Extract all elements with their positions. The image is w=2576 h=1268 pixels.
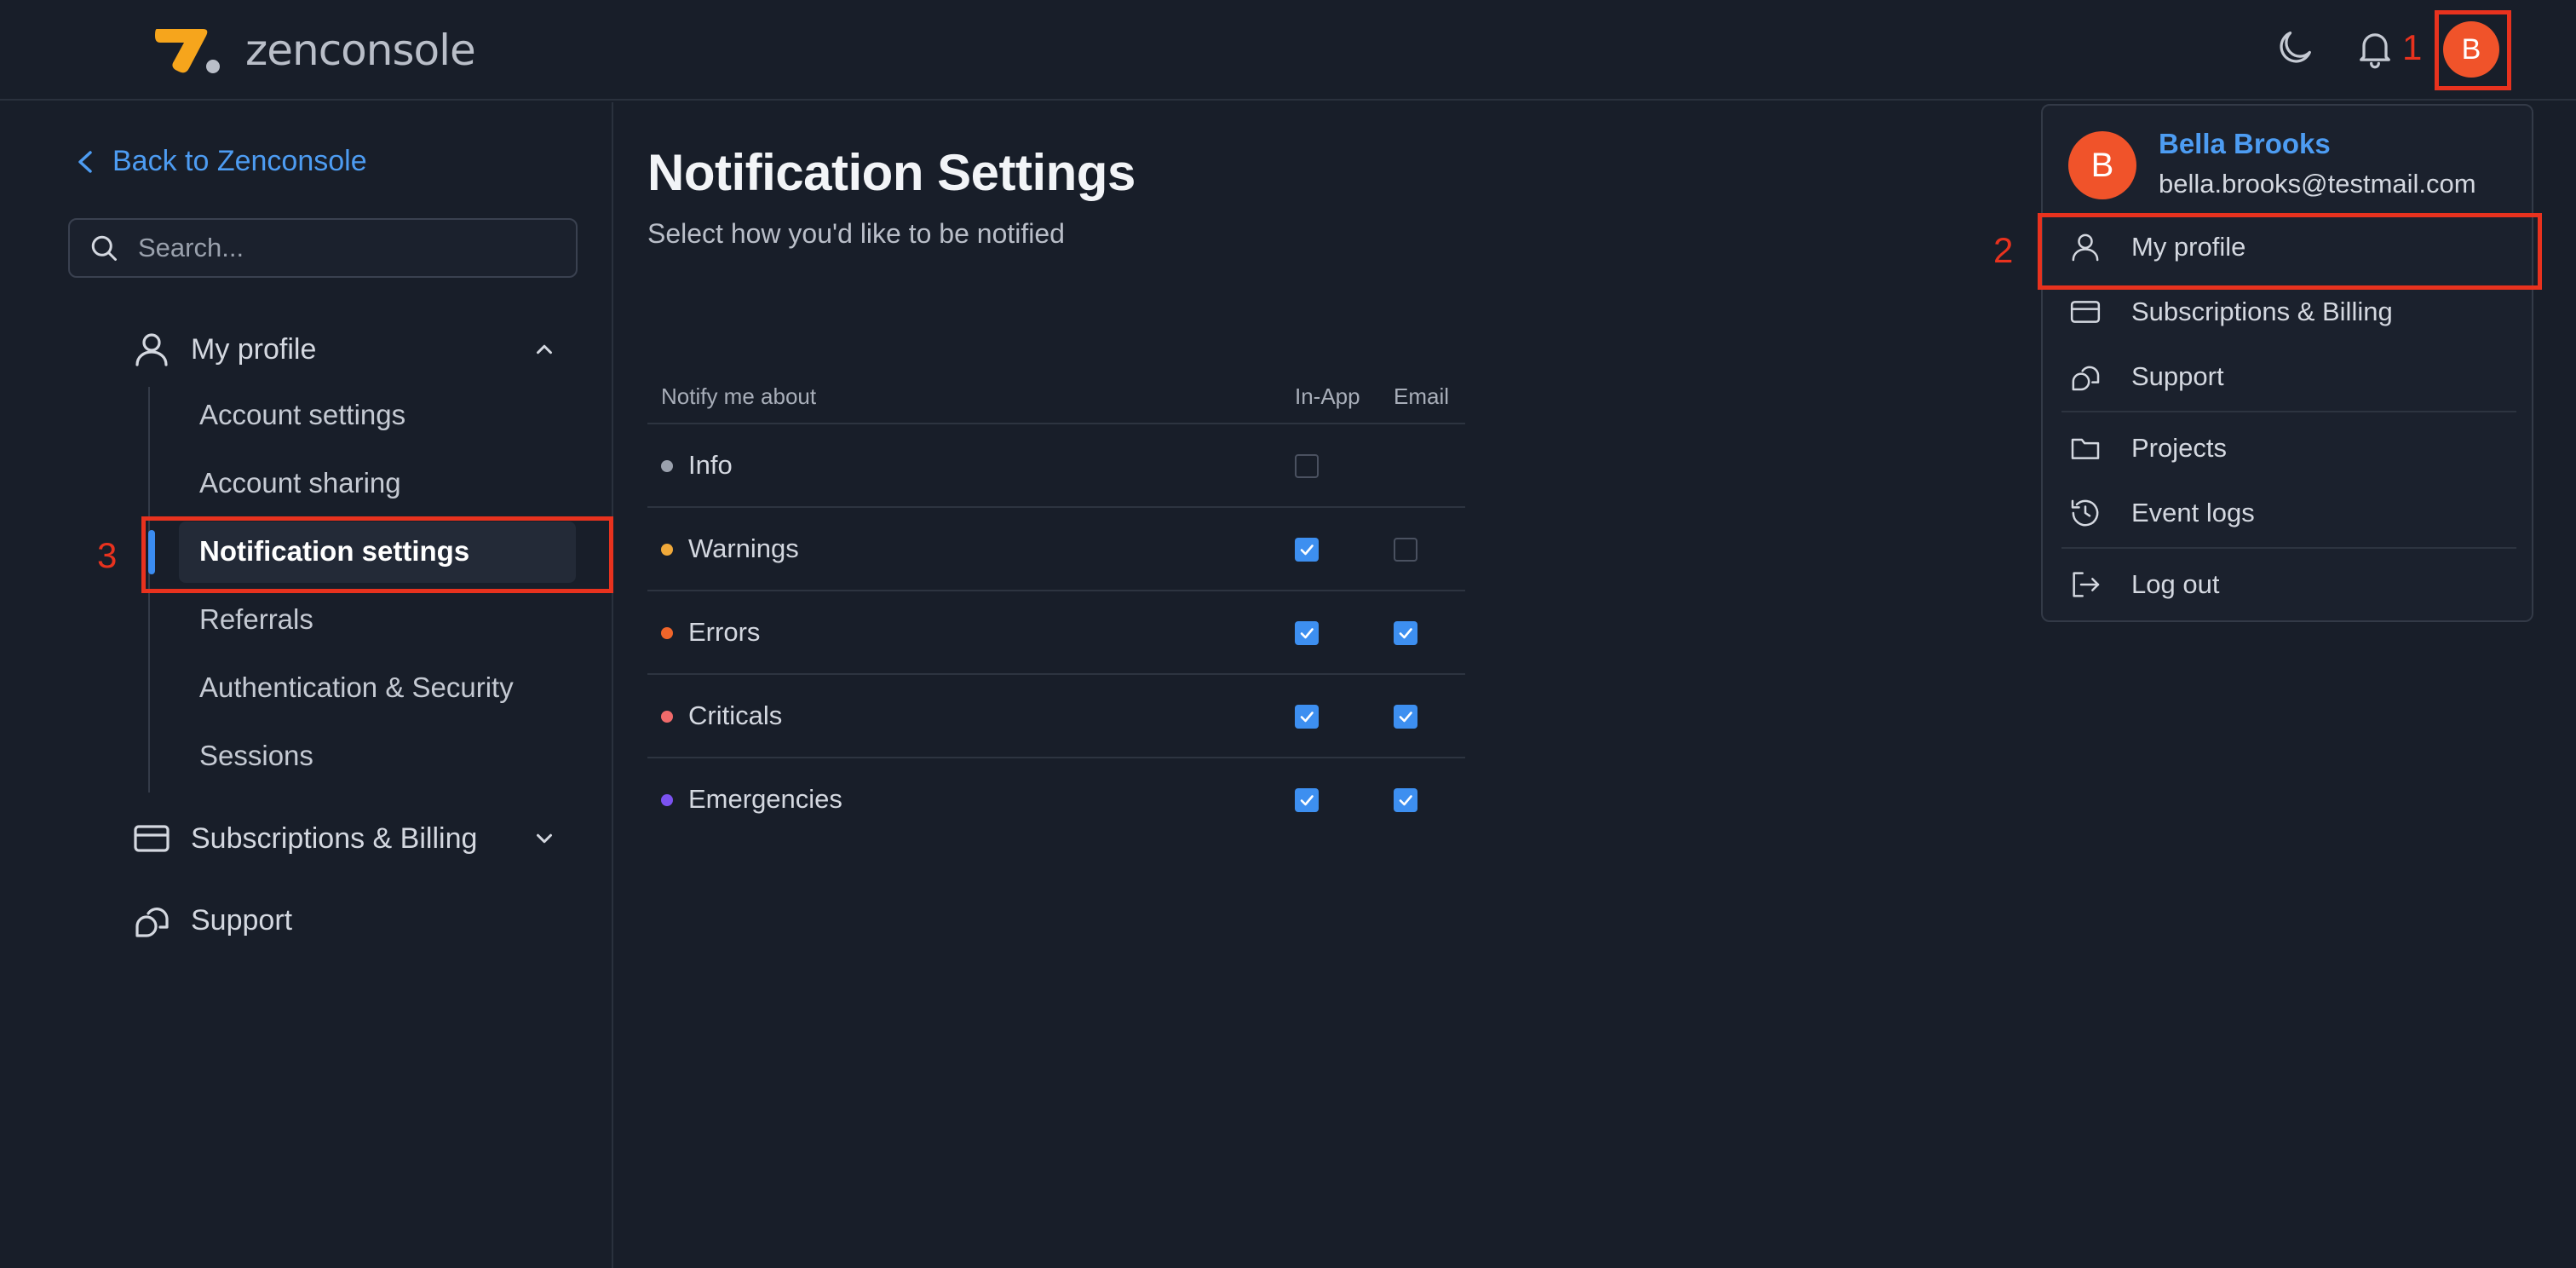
row-label: Info xyxy=(688,450,733,480)
email-checkbox[interactable] xyxy=(1394,788,1417,812)
menu-item-label: Event logs xyxy=(2131,498,2255,527)
severity-dot-icon xyxy=(661,544,673,556)
menu-divider xyxy=(2061,411,2516,412)
email-checkbox[interactable] xyxy=(1394,538,1417,562)
bell-icon[interactable] xyxy=(2353,26,2397,70)
table-row: Info xyxy=(647,424,1465,508)
menu-divider xyxy=(2061,547,2516,549)
severity-dot-icon xyxy=(661,794,673,806)
back-link[interactable]: Back to Zenconsole xyxy=(75,145,367,178)
severity-dot-icon xyxy=(661,711,673,723)
nav-group-label: Subscriptions & Billing xyxy=(191,821,478,855)
severity-dot-icon xyxy=(661,460,673,472)
menu-item-subscriptions-billing[interactable]: Subscriptions & Billing xyxy=(2068,295,2393,329)
table-header: Notify me about In-App Email xyxy=(647,365,1465,424)
row-label: Warnings xyxy=(688,533,799,563)
credit-card-icon xyxy=(2070,301,2101,323)
page-title: Notification Settings xyxy=(647,144,1136,201)
menu-item-projects[interactable]: Projects xyxy=(2068,431,2227,465)
inapp-checkbox[interactable] xyxy=(1295,538,1319,562)
column-header-notify: Notify me about xyxy=(661,383,817,409)
highlight-box-avatar xyxy=(2435,10,2511,90)
row-label: Errors xyxy=(688,617,761,647)
moon-icon[interactable] xyxy=(2273,26,2317,70)
highlight-box-notification-settings xyxy=(141,516,613,593)
logo-text: zenconsole xyxy=(245,26,476,75)
search-input[interactable] xyxy=(136,232,562,264)
chevron-up-icon xyxy=(537,344,552,354)
history-icon xyxy=(2071,499,2099,527)
menu-item-label: Support xyxy=(2131,361,2224,391)
table-row: Emergencies xyxy=(647,758,1465,842)
chat-bubbles-icon xyxy=(2072,366,2100,391)
sidebar-item-referrals[interactable]: Referrals xyxy=(199,603,313,636)
user-icon xyxy=(135,333,168,366)
column-header-inapp: In-App xyxy=(1295,383,1360,409)
menu-item-support[interactable]: Support xyxy=(2068,360,2224,394)
table-row: Criticals xyxy=(647,675,1465,758)
inapp-checkbox[interactable] xyxy=(1295,454,1319,478)
inapp-checkbox[interactable] xyxy=(1295,788,1319,812)
sidebar-item-sessions[interactable]: Sessions xyxy=(199,740,313,772)
menu-item-log-out[interactable]: Log out xyxy=(2068,568,2219,602)
chat-bubbles-icon xyxy=(135,908,169,937)
annotation-1: 1 xyxy=(2402,27,2423,67)
sidebar-item-account-settings[interactable]: Account settings xyxy=(199,399,405,431)
dropdown-avatar: B xyxy=(2068,131,2136,199)
severity-dot-icon xyxy=(661,627,673,639)
top-bar: zenconsole 1 B xyxy=(0,0,2576,101)
menu-item-label: Subscriptions & Billing xyxy=(2131,297,2393,326)
row-label: Emergencies xyxy=(688,784,842,814)
table-row: Warnings xyxy=(647,508,1465,591)
folder-icon xyxy=(2071,438,2100,459)
menu-item-label: Log out xyxy=(2131,569,2220,599)
menu-item-label: Projects xyxy=(2131,433,2227,463)
nav-group-label: Support xyxy=(191,903,293,937)
inapp-checkbox[interactable] xyxy=(1295,705,1319,729)
nav-group-subscriptions-billing[interactable]: Subscriptions & Billing xyxy=(131,818,557,859)
nav-group-support[interactable]: Support xyxy=(131,900,557,941)
annotation-3: 3 xyxy=(97,535,118,575)
notification-table: Notify me about In-App Email Info Warning… xyxy=(647,365,1465,842)
annotation-2: 2 xyxy=(1993,230,2014,270)
dropdown-user-name: Bella Brooks xyxy=(2159,128,2331,159)
chevron-down-icon xyxy=(537,833,552,844)
sidebar-item-account-sharing[interactable]: Account sharing xyxy=(199,467,401,499)
row-label: Criticals xyxy=(688,700,783,730)
menu-item-event-logs[interactable]: Event logs xyxy=(2068,496,2255,530)
credit-card-icon xyxy=(134,825,170,852)
dropdown-user-email: bella.brooks@testmail.com xyxy=(2159,169,2476,199)
highlight-box-my-profile xyxy=(2038,213,2542,290)
sidebar: Back to Zenconsole My profile Account se… xyxy=(0,102,613,1268)
chevron-left-icon xyxy=(78,150,92,173)
nav-group-label: My profile xyxy=(191,332,317,366)
nav-group-my-profile[interactable]: My profile xyxy=(131,329,557,370)
search-icon xyxy=(91,235,117,261)
email-checkbox[interactable] xyxy=(1394,705,1417,729)
user-dropdown-menu: B Bella Brooks bella.brooks@testmail.com… xyxy=(2041,104,2533,622)
logout-icon xyxy=(2073,572,2100,597)
sidebar-item-authentication-security[interactable]: Authentication & Security xyxy=(199,671,514,704)
search-box[interactable] xyxy=(68,218,578,278)
column-header-email: Email xyxy=(1394,383,1450,409)
inapp-checkbox[interactable] xyxy=(1295,621,1319,645)
logo-mark-icon xyxy=(155,29,220,73)
email-checkbox[interactable] xyxy=(1394,621,1417,645)
logo[interactable]: zenconsole xyxy=(153,24,476,77)
table-row: Errors xyxy=(647,591,1465,675)
back-link-label: Back to Zenconsole xyxy=(112,145,367,177)
page-subtitle: Select how you'd like to be notified xyxy=(647,218,1065,249)
